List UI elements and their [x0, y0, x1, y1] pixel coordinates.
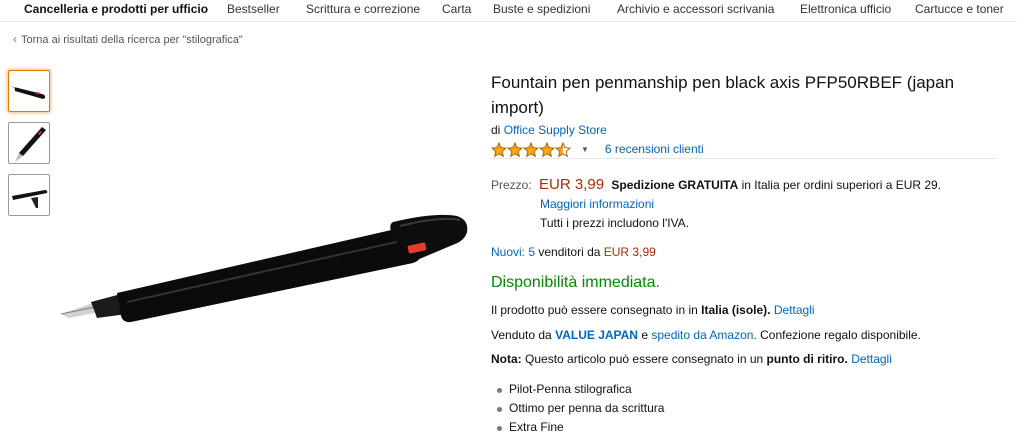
feature-bullets: Pilot-Penna stilografica Ottimo per penn…	[496, 380, 664, 437]
star-icon	[507, 141, 523, 157]
pen-diagonal-thumbnail-icon	[15, 127, 46, 162]
main-product-image[interactable]	[55, 210, 475, 340]
delivery-line: Il prodotto può essere consegnato in in …	[491, 303, 815, 317]
star-icon	[539, 141, 555, 157]
price-value: EUR 3,99	[539, 176, 605, 193]
title-divider	[491, 158, 997, 159]
sold-by-line: Venduto da VALUE JAPAN e spedito da Amaz…	[491, 328, 921, 342]
top-nav: Cancelleria e prodotti per ufficio Bests…	[0, 0, 1017, 22]
back-to-results-label: Torna ai risultati della ricerca per "st…	[21, 34, 243, 46]
sold-by-conjunction: e	[641, 328, 649, 342]
thumbnail-2[interactable]	[8, 122, 50, 164]
caret-down-icon[interactable]: ▼	[581, 145, 589, 154]
brand-prefix: di	[491, 123, 501, 137]
brand-line: di Office Supply Store	[491, 123, 607, 137]
note-text: Questo articolo può essere consegnato in…	[525, 352, 764, 366]
new-offers-price: EUR 3,99	[603, 245, 656, 259]
star-rating[interactable]	[491, 141, 571, 157]
nav-divider	[0, 21, 1017, 22]
rating-row: ▼ 6 recensioni clienti	[491, 141, 704, 157]
pen-barrel	[117, 227, 421, 323]
note-label: Nota:	[491, 352, 522, 366]
star-icon	[491, 141, 507, 157]
pen-thumbnail-icon	[11, 86, 46, 99]
thumbnail-1[interactable]	[8, 70, 50, 112]
feature-bullet: Ottimo per penna da scrittura	[496, 399, 664, 418]
pickup-note-line: Nota: Questo articolo può essere consegn…	[491, 352, 892, 366]
nav-item-bestseller[interactable]: Bestseller	[227, 2, 280, 16]
pickup-point-label: punto di ritiro.	[766, 352, 848, 366]
vat-note: Tutti i prezzi includono l'IVA.	[540, 216, 690, 230]
delivery-text: Il prodotto può essere consegnato in in	[491, 303, 698, 317]
shipping-conditions: in Italia per ordini superiori a EUR 29.	[741, 178, 942, 192]
feature-bullet: Pilot-Penna stilografica	[496, 380, 664, 399]
nav-item-carta[interactable]: Carta	[442, 2, 471, 16]
sold-by-prefix: Venduto da	[491, 328, 552, 342]
star-icon	[523, 141, 539, 157]
nav-item-cancelleria[interactable]: Cancelleria e prodotti per ufficio	[24, 2, 208, 16]
delivery-details-link[interactable]: Dettagli	[774, 303, 815, 317]
nav-item-archivio[interactable]: Archivio e accessori scrivania	[617, 2, 774, 16]
gift-wrap-note: . Confezione regalo disponibile.	[753, 328, 921, 342]
price-label: Prezzo:	[491, 178, 532, 192]
seller-link[interactable]: VALUE JAPAN	[555, 328, 638, 342]
feature-bullet: Extra Fine	[496, 418, 664, 437]
new-offers-text: venditori da	[538, 245, 601, 259]
pen-capped-thumbnail-icon	[12, 190, 48, 208]
delivery-region: Italia (isole).	[701, 303, 771, 317]
back-to-results-link[interactable]: ‹ Torna ai risultati della ricerca per "s…	[13, 32, 243, 46]
product-title: Fountain pen penmanship pen black axis P…	[491, 73, 955, 117]
chevron-left-icon: ‹	[13, 32, 17, 46]
more-info-link[interactable]: Maggiori informazioni	[540, 197, 654, 211]
thumbnail-3[interactable]	[8, 174, 50, 216]
nav-item-scrittura[interactable]: Scrittura e correzione	[306, 2, 420, 16]
star-icon	[555, 141, 571, 157]
new-offers-link[interactable]: Nuovi: 5	[491, 245, 535, 259]
brand-link[interactable]: Office Supply Store	[504, 123, 607, 137]
availability-status: Disponibilità immediata.	[491, 274, 660, 291]
nav-item-cartucce[interactable]: Cartucce e toner	[915, 2, 1004, 16]
new-offers: Nuovi: 5 venditori da EUR 3,99	[491, 245, 656, 259]
nav-item-elettronica[interactable]: Elettronica ufficio	[800, 2, 891, 16]
pickup-details-link[interactable]: Dettagli	[851, 352, 892, 366]
reviews-link[interactable]: 6 recensioni clienti	[605, 142, 704, 156]
price-row: Prezzo: EUR 3,99 Spedizione GRATUITA in I…	[491, 176, 941, 193]
nav-item-buste[interactable]: Buste e spedizioni	[493, 2, 590, 16]
shipped-by-amazon-link[interactable]: spedito da Amazon	[651, 328, 753, 342]
free-shipping-label: Spedizione GRATUITA	[611, 178, 739, 192]
